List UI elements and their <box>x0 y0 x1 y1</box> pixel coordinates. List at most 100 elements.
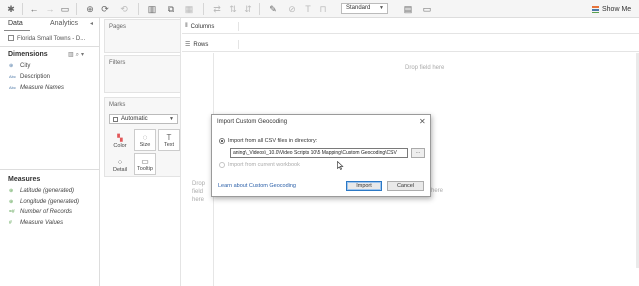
tooltip-icon: ▭ <box>141 157 149 166</box>
clear-sheet-icon[interactable]: ▦ <box>183 3 195 15</box>
mouse-cursor-icon <box>337 161 344 170</box>
datasource-name: Florida Small Towns - D... <box>17 36 86 42</box>
columns-icon: ⦀ <box>185 23 188 29</box>
number-icon: # <box>9 219 12 226</box>
dimension-field-measure-names[interactable]: Abc Measure Names <box>9 83 64 92</box>
measure-field-number-of-records[interactable]: =# Number of Records <box>9 207 72 216</box>
drop-field-top: Drop field here <box>405 65 445 71</box>
drop-field-left: Drop field here <box>192 180 205 204</box>
globe-icon: ⊕ <box>9 62 14 69</box>
show-me-button[interactable]: Show Me <box>592 3 631 15</box>
drop-field-center: here <box>431 188 444 194</box>
dropdown-icon[interactable]: ▾ <box>81 52 86 58</box>
text-button[interactable]: T Text <box>158 129 180 151</box>
show-me-icon <box>592 5 599 13</box>
tab-data[interactable]: Data <box>8 20 23 27</box>
labels-icon[interactable]: T <box>303 3 313 15</box>
import-custom-geocoding-dialog: Import Custom Geocoding ✕ Import from al… <box>211 114 431 197</box>
text-icon: T <box>166 133 172 142</box>
columns-shelf[interactable]: ⦀ Columns <box>182 18 639 34</box>
browse-button[interactable]: ... <box>411 148 425 158</box>
filters-card[interactable]: Filters <box>104 55 181 93</box>
measure-field-latitude[interactable]: ⊕ Latitude (generated) <box>9 186 74 195</box>
run-update-icon[interactable]: ⟲ <box>118 3 130 15</box>
globe-icon: ⊕ <box>9 198 14 205</box>
swap-icon[interactable]: ⇄ <box>212 3 222 15</box>
tab-analytics[interactable]: Analytics <box>50 20 78 27</box>
datasource-icon <box>8 35 14 41</box>
duplicate-icon[interactable]: ⧉ <box>166 3 176 15</box>
field-label: Measure Names <box>20 84 65 91</box>
redo-icon[interactable]: → <box>45 3 55 15</box>
option-csv-label: Import from all CSV files in directory: <box>228 138 318 144</box>
fit-icon[interactable]: ▤ <box>401 3 415 15</box>
pages-title: Pages <box>109 24 127 30</box>
filters-title: Filters <box>109 60 126 66</box>
directory-path-input[interactable]: aning\_Videos\_10.0\Video Scripts 10\5 M… <box>230 148 408 158</box>
pane-menu-icon[interactable]: ◂ <box>90 20 93 27</box>
new-datasource-icon[interactable]: ⊕ <box>84 3 96 15</box>
radio-import-csv[interactable] <box>219 138 225 144</box>
dimension-field-city[interactable]: ⊕ City <box>9 61 30 70</box>
marks-card: Marks Automatic ▼ ▚ Color ◌ Size T Text … <box>104 97 181 177</box>
measures-heading: Measures <box>8 176 41 183</box>
rows-shelf[interactable]: ☰ Rows <box>182 36 639 52</box>
highlight-icon[interactable]: ✎ <box>267 3 279 15</box>
dimension-field-description[interactable]: Abc Description <box>9 72 50 81</box>
presentation-icon[interactable]: ▭ <box>421 3 433 15</box>
view-icon[interactable]: ▥ <box>68 52 76 58</box>
color-icon: ▚ <box>117 135 123 142</box>
rows-shelf-label: ☰ Rows <box>185 40 239 49</box>
drop-word: here <box>192 197 205 203</box>
color-button[interactable]: ▚ Color <box>109 129 131 151</box>
toolbar: ✱ ← → ▭ ⊕ ⟳ ⟲ ▥ ⧉ ▦ ⇄ ⇅ ⇵ ✎ ⊘ T ⊓ Standa… <box>0 0 639 18</box>
measure-field-measure-values[interactable]: # Measure Values <box>9 218 63 227</box>
drop-word: Drop <box>192 181 206 187</box>
radio-import-workbook[interactable] <box>219 162 225 168</box>
save-icon[interactable]: ▭ <box>60 3 70 15</box>
size-button[interactable]: ◌ Size <box>134 129 156 151</box>
dimensions-tools: ▥⌕▾ <box>68 51 86 59</box>
close-icon[interactable]: ✕ <box>419 117 426 126</box>
field-label: Measure Values <box>20 219 64 226</box>
divider <box>0 169 100 170</box>
toolbar-separator <box>203 3 204 15</box>
divider <box>0 46 100 47</box>
number-icon: =# <box>9 208 15 215</box>
group-icon[interactable]: ⊘ <box>287 3 297 15</box>
color-label: Color <box>113 143 127 149</box>
measure-field-longitude[interactable]: ⊕ Longitude (generated) <box>9 197 79 206</box>
abc-icon: Abc <box>9 85 16 90</box>
sort-descending-icon[interactable]: ⇵ <box>243 3 253 15</box>
drop-word: field <box>192 189 204 195</box>
cancel-button[interactable]: Cancel <box>387 181 424 191</box>
detail-button[interactable]: ⁘ Detail <box>109 153 131 175</box>
field-label: Description <box>20 73 51 80</box>
field-label: Longitude (generated) <box>20 198 80 205</box>
dimensions-heading: Dimensions <box>8 51 48 58</box>
sort-ascending-icon[interactable]: ⇅ <box>228 3 238 15</box>
size-label: Size <box>139 142 151 148</box>
field-label: City <box>20 62 31 69</box>
import-button[interactable]: Import <box>346 181 382 191</box>
mark-type-value: Automatic <box>121 116 148 122</box>
fit-select[interactable]: Standard ▼ <box>341 3 388 14</box>
fix-axes-icon[interactable]: ⊓ <box>318 3 328 15</box>
cards-column: Pages Filters Marks Automatic ▼ ▚ Color … <box>101 18 181 286</box>
columns-label: Columns <box>190 23 215 30</box>
tableau-logo-icon[interactable]: ✱ <box>5 3 17 15</box>
new-worksheet-icon[interactable]: ▥ <box>146 3 158 15</box>
pause-updates-icon[interactable]: ⟳ <box>99 3 111 15</box>
mark-type-select[interactable]: Automatic ▼ <box>109 114 178 124</box>
toolbar-separator <box>76 3 77 15</box>
toolbar-separator <box>259 3 260 15</box>
rows-label: Rows <box>193 41 209 48</box>
pane-tabs: Data Analytics ◂ <box>0 18 100 31</box>
undo-icon[interactable]: ← <box>29 3 39 15</box>
datasource-item[interactable]: Florida Small Towns - D... <box>8 35 98 42</box>
learn-more-link[interactable]: Learn about Custom Geocoding <box>218 183 296 189</box>
tooltip-button[interactable]: ▭ Tooltip <box>134 153 156 175</box>
fit-value: Standard <box>346 5 371 11</box>
pages-card[interactable]: Pages <box>104 19 181 53</box>
marks-title: Marks <box>109 102 126 108</box>
